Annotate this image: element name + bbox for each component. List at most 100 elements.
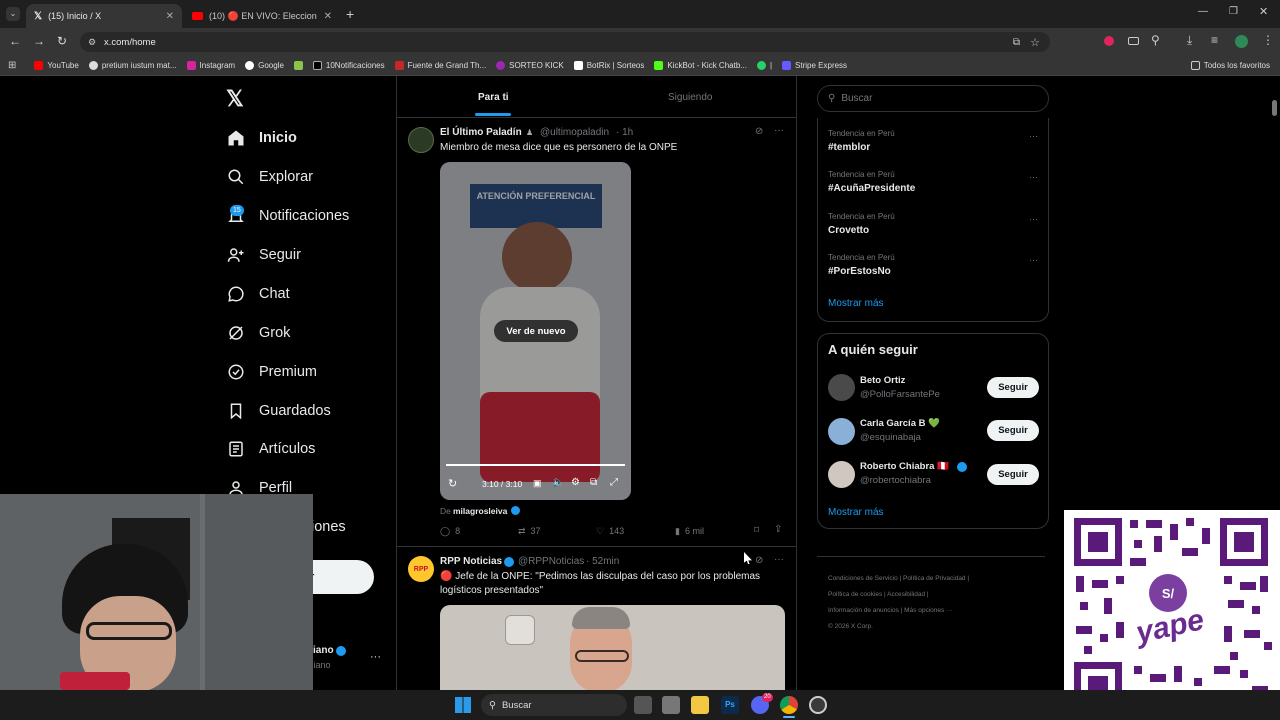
bookmark-10notificaciones[interactable]: 10Notificaciones <box>312 61 385 70</box>
address-bar[interactable]: ⚙ x.com/home ⧉ ☆ <box>80 32 1050 52</box>
new-tab-icon[interactable]: + <box>346 6 354 22</box>
photoshop-icon[interactable]: Ps <box>721 696 739 714</box>
post-author-name[interactable]: El Último Paladín <box>440 127 522 138</box>
suggestion-handle[interactable]: @esquinabaja <box>860 432 921 443</box>
nav-home[interactable]: Inicio <box>227 123 297 153</box>
replay-button[interactable]: Ver de nuevo <box>494 320 578 342</box>
obs-icon[interactable] <box>809 696 827 714</box>
repost-button[interactable]: ⇄ 37 <box>518 526 541 537</box>
bookmarks-folder[interactable]: Todos los favoritos <box>1190 61 1270 70</box>
bookmark-post-icon[interactable]: ⌑ <box>754 525 759 536</box>
bookmark-whatsapp[interactable]: | <box>756 61 772 70</box>
tab-for-you[interactable]: Para ti <box>478 92 509 103</box>
suggestion-name[interactable]: Carla García B 💚 <box>860 418 940 429</box>
install-icon[interactable]: ⧉ <box>1013 37 1020 48</box>
nav-grok[interactable]: Grok <box>227 318 290 348</box>
footer-link[interactable]: Política de cookies <box>828 591 882 598</box>
close-window-icon[interactable]: ✕ <box>1259 5 1268 18</box>
account-more-icon[interactable]: ··· <box>370 651 381 663</box>
close-tab-icon[interactable]: ✕ <box>324 11 332 22</box>
follow-button[interactable]: Seguir <box>987 464 1039 485</box>
post-time[interactable]: · 52min <box>586 556 619 567</box>
trend-item[interactable]: Tendencia en Perú #temblor ··· <box>828 129 1038 159</box>
bookmark-stripe[interactable]: Stripe Express <box>782 61 847 70</box>
footer-link[interactable]: Más opciones ··· <box>904 607 952 614</box>
post-time[interactable]: · 1h <box>616 127 633 138</box>
taskbar-app-icon[interactable] <box>662 696 680 714</box>
footer-link[interactable]: Condiciones de Servicio <box>828 575 898 582</box>
trend-more-icon[interactable]: ··· <box>1029 131 1038 141</box>
share-icon[interactable]: ⇪ <box>774 524 782 535</box>
trend-item[interactable]: Tendencia en Perú Crovetto ··· <box>828 212 1038 242</box>
profile-avatar[interactable] <box>1235 35 1248 48</box>
post-more-icon[interactable]: ··· <box>774 125 784 136</box>
fullscreen-icon[interactable]: ⤢ <box>610 477 618 488</box>
post-video[interactable]: ATENCIÓN PREFERENCIAL Ver de nuevo ↻ 3:1… <box>440 162 631 500</box>
post-from-user[interactable]: milagrosleiva <box>453 506 507 516</box>
video-progress-bar[interactable] <box>446 464 625 466</box>
download-icon[interactable]: ⤓ <box>1187 33 1192 48</box>
volume-icon[interactable]: 🔈 <box>552 477 564 488</box>
post-author-avatar[interactable] <box>408 127 434 153</box>
restore-icon[interactable]: ❐ <box>1229 6 1238 17</box>
avatar[interactable] <box>828 418 855 445</box>
windows-start-icon[interactable] <box>455 697 471 713</box>
post-author-name[interactable]: RPP Noticias <box>440 556 502 567</box>
back-icon[interactable]: ← <box>9 34 21 48</box>
nav-more-options[interactable]: iones <box>311 519 346 535</box>
trend-more-icon[interactable]: ··· <box>1029 172 1038 182</box>
nav-follow[interactable]: Seguir <box>227 240 301 270</box>
reply-button[interactable]: ◯ 8 <box>440 526 460 537</box>
show-more-trends-link[interactable]: Mostrar más <box>828 298 884 309</box>
post-author-handle[interactable]: @RPPNoticias <box>518 556 584 567</box>
menu-icon[interactable]: ⋮ <box>1262 33 1274 47</box>
bookmark-google[interactable]: Google <box>245 61 284 70</box>
settings-icon[interactable]: ⚙ <box>571 477 580 488</box>
bookmark-kickbot[interactable]: KickBot - Kick Chatb... <box>654 61 747 70</box>
tab-following[interactable]: Siguiendo <box>668 92 712 103</box>
footer-link[interactable]: Información de anuncios <box>828 607 899 614</box>
nav-notifications[interactable]: Notificaciones <box>227 201 349 231</box>
post-more-icon[interactable]: ··· <box>774 554 784 565</box>
media-icon[interactable]: ≡ <box>1211 33 1218 47</box>
tab-search-icon[interactable]: ⌄ <box>6 7 20 21</box>
grok-post-icon[interactable]: ⊘ <box>755 126 763 137</box>
bookmark-pretium[interactable]: pretium iustum mat... <box>88 61 177 70</box>
nav-chat[interactable]: Chat <box>227 279 290 309</box>
browser-tab-youtube[interactable]: (10) 🔴 EN VIVO: Elecciones Ge ✕ <box>184 4 340 28</box>
extension-red-icon[interactable] <box>1104 36 1114 46</box>
bookmark-fuente[interactable]: Fuente de Grand Th... <box>394 61 486 70</box>
grok-post-icon[interactable]: ⊘ <box>755 555 763 566</box>
trend-more-icon[interactable]: ··· <box>1029 214 1038 224</box>
nav-bookmarks[interactable]: Guardados <box>227 396 331 426</box>
bookmark-sorteo-kick[interactable]: SORTEO KICK <box>496 61 564 70</box>
task-view-icon[interactable] <box>634 696 652 714</box>
post-author-handle[interactable]: @ultimopaladin <box>540 127 609 138</box>
bookmark-botrix[interactable]: BotRix | Sorteos <box>573 61 644 70</box>
forward-icon[interactable]: → <box>33 34 45 48</box>
follow-button[interactable]: Seguir <box>987 420 1039 441</box>
browser-tab-x[interactable]: 𝕏 (15) Inicio / X ✕ <box>26 4 182 28</box>
site-info-icon[interactable]: ⚙ <box>88 37 96 48</box>
footer-link[interactable]: Política de Privacidad <box>903 575 966 582</box>
bookmark-instagram[interactable]: Instagram <box>186 61 235 70</box>
follow-button[interactable]: Seguir <box>987 377 1039 398</box>
video-replay-icon[interactable]: ↻ <box>448 477 457 490</box>
avatar[interactable] <box>828 461 855 488</box>
taskbar-search[interactable]: ⚲ Buscar <box>481 694 627 716</box>
search-box[interactable]: ⚲ Buscar <box>817 85 1049 112</box>
suggestion-handle[interactable]: @robertochiabra <box>860 475 931 486</box>
views-button[interactable]: ▮ 6 mil <box>675 526 704 537</box>
like-button[interactable]: ♡ 143 <box>596 526 624 537</box>
bookmark-star-icon[interactable]: ☆ <box>1030 36 1040 49</box>
reload-icon[interactable]: ↻ <box>57 34 67 48</box>
bookmark-youtube[interactable]: YouTube <box>34 61 79 70</box>
suggestion-name[interactable]: Beto Ortiz <box>860 375 905 386</box>
close-tab-icon[interactable]: ✕ <box>166 11 174 22</box>
trend-more-icon[interactable]: ··· <box>1029 255 1038 265</box>
nav-premium[interactable]: Premium <box>227 357 317 387</box>
apps-grid-icon[interactable]: ⊞ <box>8 60 16 71</box>
post-video[interactable] <box>440 605 785 690</box>
show-more-follow-link[interactable]: Mostrar más <box>828 507 884 518</box>
extension-icon[interactable] <box>1128 37 1139 45</box>
